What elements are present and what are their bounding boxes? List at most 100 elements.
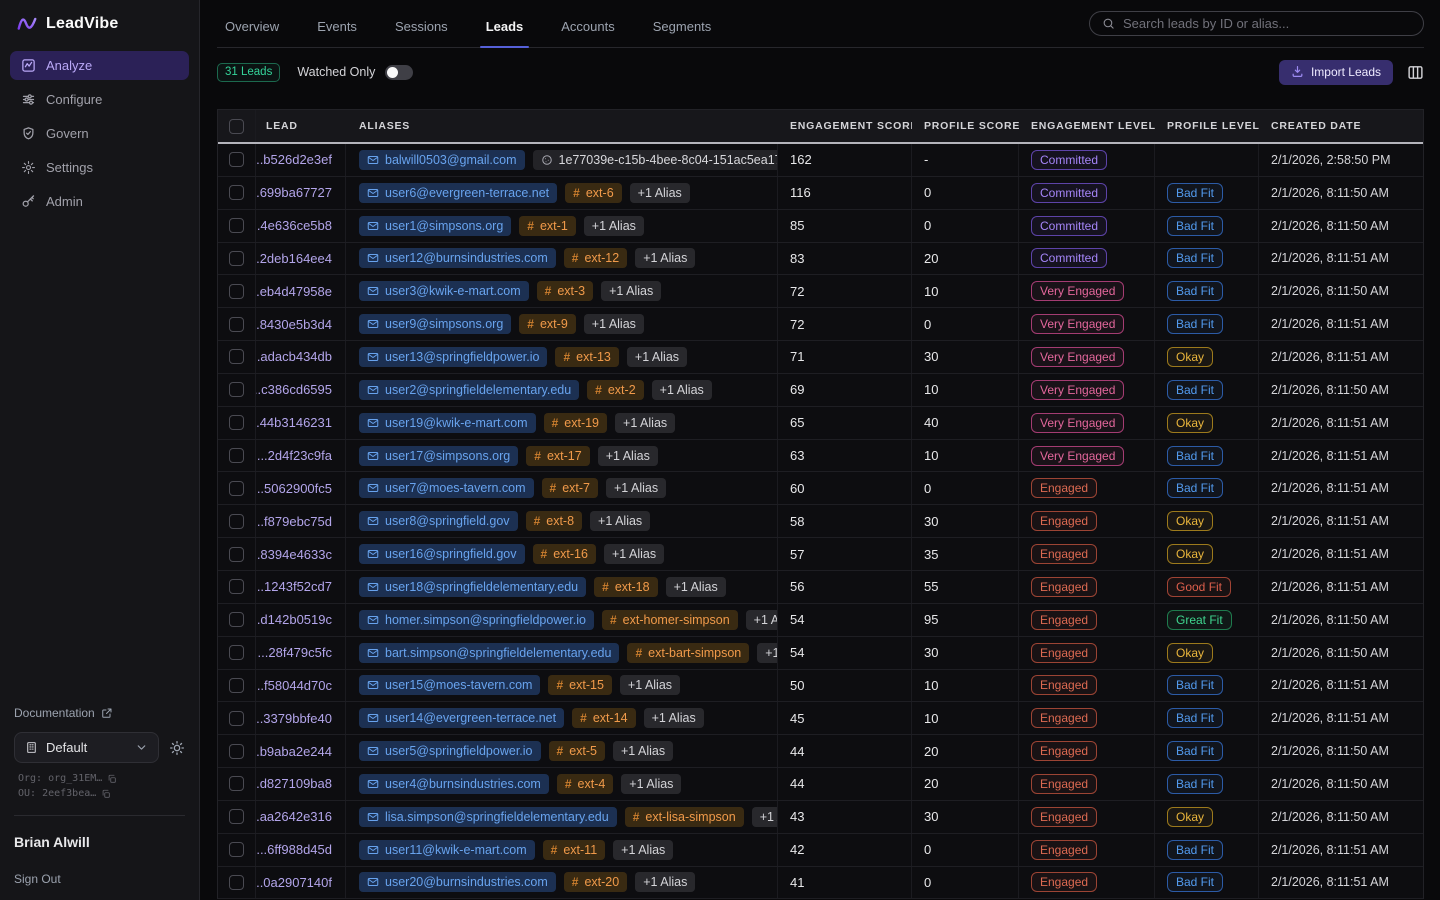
import-leads-button[interactable]: Import Leads [1279,60,1393,85]
lead-id-link[interactable]: ...b526d2e3ef [256,152,332,167]
row-checkbox[interactable] [229,185,244,200]
tab-segments[interactable]: Segments [651,19,714,47]
engagement-level-badge: Very Engaged [1031,314,1124,334]
row-checkbox[interactable] [229,547,244,562]
row-checkbox[interactable] [229,678,244,693]
alias-more-chip[interactable]: +1 Alias [635,872,695,892]
row-checkbox[interactable] [229,711,244,726]
lead-id-link[interactable]: ...b9aba2e244 [256,744,332,759]
alias-more-chip[interactable]: +1 Alias [630,183,690,203]
sidebar-item-analyze[interactable]: Analyze [10,51,189,80]
lead-id-link[interactable]: ...1243f52cd7 [256,579,332,594]
alias-more-chip[interactable]: +1 Alias [584,314,644,334]
hash-icon: # [534,514,541,528]
sidebar-item-govern[interactable]: Govern [10,119,189,148]
lead-id-link[interactable]: ...8394e4633c [256,547,332,562]
lead-id-link[interactable]: ...4e636ce5b8 [256,218,332,233]
alias-email-text: user12@burnsindustries.com [385,251,548,265]
profile-score-value: 35 [912,538,1019,570]
alias-more-chip[interactable]: +1 Alias [598,446,658,466]
row-checkbox[interactable] [229,218,244,233]
created-date-value: 2/1/2026, 8:11:50 AM [1259,768,1423,800]
tab-sessions[interactable]: Sessions [393,19,450,47]
lead-id-link[interactable]: ...3379bbfe40 [256,711,332,726]
lead-id-link[interactable]: ...adacb434db [256,349,332,364]
lead-id-link[interactable]: ...2deb164ee4 [256,251,332,266]
search-input[interactable] [1123,16,1411,31]
row-checkbox[interactable] [229,612,244,627]
sidebar-item-admin[interactable]: Admin [10,187,189,216]
lead-id-link[interactable]: ...28f479c5fc [258,645,332,660]
row-checkbox[interactable] [229,744,244,759]
alias-more-chip[interactable]: +1 Alias [620,675,680,695]
hash-icon: # [551,843,558,857]
copy-icon[interactable] [107,774,117,784]
lead-id-link[interactable]: ...c386cd6595 [256,382,332,397]
tab-overview[interactable]: Overview [223,19,281,47]
lead-id-link[interactable]: ...0a2907140f [256,875,332,890]
alias-more-chip[interactable]: +1 Alias [613,840,673,860]
alias-more-chip[interactable]: +1 Alias [606,478,666,498]
row-checkbox[interactable] [229,514,244,529]
lead-id-link[interactable]: ...eb4d47958e [256,284,332,299]
sidebar-item-configure[interactable]: Configure [10,85,189,114]
lead-id-link[interactable]: ...d827109ba8 [256,776,332,791]
alias-more-chip[interactable]: +1 Alias [652,380,712,400]
alias-more-chip[interactable]: +1 Alias [757,643,778,663]
lead-id-link[interactable]: ...f58044d70c [256,678,332,693]
tab-leads[interactable]: Leads [484,19,526,47]
alias-more-chip[interactable]: +1 Alias [621,774,681,794]
alias-more-chip[interactable]: +1 Alias [615,413,675,433]
lead-id-link[interactable]: ...2d4f23c9fa [257,448,332,463]
alias-more-chip[interactable]: +1 Alias [601,281,661,301]
row-checkbox[interactable] [229,809,244,824]
alias-more-chip[interactable]: +1 Alias [635,248,695,268]
tab-events[interactable]: Events [315,19,359,47]
row-checkbox[interactable] [229,481,244,496]
lead-id-link[interactable]: ...aa2642e316 [256,809,332,824]
row-checkbox[interactable] [229,579,244,594]
lead-id-link[interactable]: ...d142b0519c [256,612,332,627]
row-checkbox[interactable] [229,349,244,364]
row-checkbox[interactable] [229,317,244,332]
row-checkbox[interactable] [229,284,244,299]
ou-id-line: OU: 2eef3bea… [18,788,185,799]
row-checkbox[interactable] [229,776,244,791]
created-date-value: 2/1/2026, 8:11:51 AM [1259,702,1423,734]
documentation-link[interactable]: Documentation [14,706,185,720]
lead-id-link[interactable]: ...8430e5b3d4 [256,317,332,332]
alias-more-chip[interactable]: +1 Alias [644,708,704,728]
alias-more-chip[interactable]: +1 Alias [752,807,778,827]
lead-id-link[interactable]: ...6ff988d45d [256,842,332,857]
alias-more-chip[interactable]: +1 Alias [584,216,644,236]
lead-id-link[interactable]: ...f879ebc75d [256,514,332,529]
environment-select[interactable]: Default [14,732,159,763]
row-checkbox[interactable] [229,645,244,660]
lead-id-link[interactable]: ...5062900fc5 [256,481,332,496]
select-all-checkbox[interactable] [229,119,244,134]
alias-more-chip[interactable]: +1 Alias [613,741,673,761]
tab-accounts[interactable]: Accounts [559,19,616,47]
lead-id-link[interactable]: ...44b3146231 [256,415,332,430]
row-checkbox[interactable] [229,152,244,167]
row-checkbox[interactable] [229,875,244,890]
row-checkbox[interactable] [229,382,244,397]
alias-more-chip[interactable]: +1 Alias [604,544,664,564]
analyze-chart-icon [21,58,36,73]
column-settings-button[interactable] [1407,64,1424,81]
row-checkbox[interactable] [229,448,244,463]
alias-more-chip[interactable]: +1 Alias [666,577,726,597]
alias-more-chip[interactable]: +1 Alias [627,347,687,367]
sign-out-link[interactable]: Sign Out [14,872,185,886]
row-checkbox[interactable] [229,842,244,857]
copy-icon[interactable] [101,789,111,799]
sidebar-item-settings[interactable]: Settings [10,153,189,182]
watched-only-toggle[interactable] [385,65,413,80]
alias-more-chip[interactable]: +1 Alias [746,610,778,630]
theme-toggle-button[interactable] [169,740,185,756]
row-checkbox[interactable] [229,251,244,266]
alias-more-chip[interactable]: +1 Alias [590,511,650,531]
row-checkbox[interactable] [229,415,244,430]
engagement-level-badge: Committed [1031,216,1107,236]
lead-id-link[interactable]: ...699ba67727 [256,185,332,200]
